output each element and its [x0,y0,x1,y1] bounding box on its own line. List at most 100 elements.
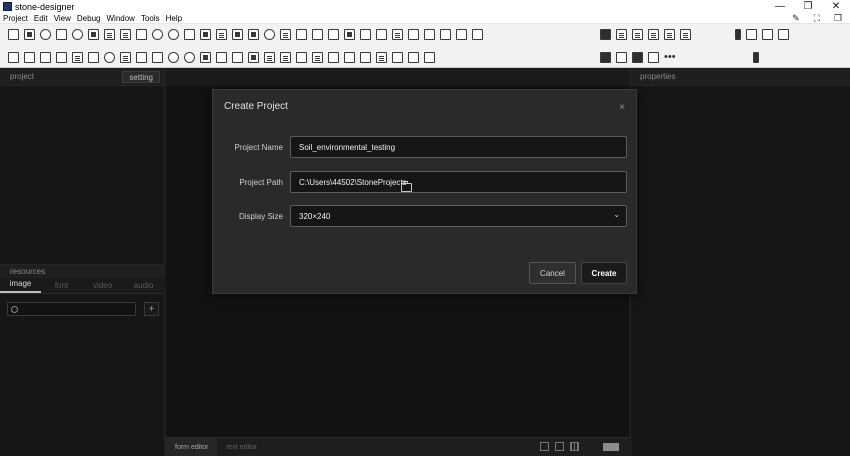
sort-icon[interactable] [424,28,435,40]
gauge-widget-icon[interactable] [168,28,179,40]
radio-widget-icon[interactable] [40,28,51,40]
thermometer-widget-icon[interactable] [184,28,195,40]
backward-icon[interactable] [648,51,659,63]
spin-widget-icon[interactable] [104,51,115,63]
align-bottom-icon[interactable] [632,28,643,40]
snap-icon[interactable] [555,442,564,451]
tab-audio[interactable]: audio [123,281,164,293]
align-center-icon[interactable] [664,28,675,40]
menu-tools[interactable]: Tools [141,14,160,23]
table-widget-icon[interactable] [280,28,291,40]
gif-widget-icon[interactable] [248,28,259,40]
more-icon[interactable]: ••• [664,51,676,63]
align-left-icon[interactable] [648,28,659,40]
minimize-button[interactable]: — [766,0,794,13]
zoom-badge[interactable] [603,442,619,451]
grid-view-widget-icon[interactable] [152,51,163,63]
menu-help[interactable]: Help [166,14,182,23]
pencil-widget-icon[interactable] [24,51,35,63]
line-chart-widget-icon[interactable] [296,28,307,40]
layout-fit-icon[interactable] [408,51,419,63]
project-path-field[interactable]: C:\Users\44502\StoneProjects [290,171,627,193]
container-widget-icon[interactable] [248,51,259,63]
camera-widget-icon[interactable] [376,28,387,40]
column-widget-icon[interactable] [280,51,291,63]
align-vertical-icon[interactable] [408,28,419,40]
monitor-icon[interactable] [778,28,789,40]
window-widget-icon[interactable] [8,28,19,40]
menu-debug[interactable]: Debug [77,14,101,23]
chart-pie-widget-icon[interactable] [264,28,275,40]
check-list-widget-icon[interactable] [136,51,147,63]
forward-icon[interactable] [632,51,643,63]
restore-icon[interactable]: ❐ [834,13,842,24]
cancel-button[interactable]: Cancel [529,262,576,284]
tab-text-editor[interactable]: text editor [217,438,266,456]
grid-icon[interactable] [570,442,579,451]
meter-widget-icon[interactable] [184,51,195,63]
split-widget-icon[interactable] [296,51,307,63]
project-name-field[interactable]: Soil_environmental_testing [290,136,627,158]
add-resource-button[interactable]: + [144,302,159,316]
tab-image[interactable]: image [0,279,41,293]
combo-widget-icon[interactable] [88,51,99,63]
menu-project[interactable]: Project [3,14,28,23]
screen-icon[interactable] [762,28,773,40]
calendar-widget-icon[interactable] [136,28,147,40]
tab-form-editor[interactable]: form editor [166,437,218,456]
edit-widget-icon[interactable] [8,51,19,63]
align-middle-icon[interactable] [616,28,627,40]
maximize-button[interactable]: ❐ [794,0,822,13]
tab-video[interactable]: video [82,281,123,293]
button-widget-icon[interactable] [56,28,67,40]
gallery-icon[interactable] [746,28,757,40]
textarea-widget-icon[interactable] [72,51,83,63]
image-button-widget-icon[interactable] [88,28,99,40]
resource-search-input[interactable] [7,302,136,316]
setting-tab[interactable]: setting [122,71,160,83]
switch-widget-icon[interactable] [72,28,83,40]
tab-font[interactable]: font [41,281,82,293]
checkbox-widget-icon[interactable] [24,28,35,40]
menu-edit[interactable]: Edit [34,14,48,23]
qr-widget-icon[interactable] [200,28,211,40]
label-widget-icon[interactable] [56,51,67,63]
menu-window[interactable]: Window [106,14,134,23]
group-widget-icon[interactable] [232,51,243,63]
display-size-select[interactable]: 320×240 ⌄ [290,205,627,227]
row-widget-icon[interactable] [264,51,275,63]
align-top-icon[interactable] [600,28,611,40]
keyboard-widget-icon[interactable] [360,28,371,40]
dial-widget-icon[interactable] [168,51,179,63]
create-button[interactable]: Create [581,262,627,284]
dialog-close-button[interactable]: × [619,102,625,113]
barcode-widget-icon[interactable] [216,28,227,40]
send-back-icon[interactable] [616,51,627,63]
bring-front-icon[interactable] [600,51,611,63]
slider-widget-icon[interactable] [104,28,115,40]
lock-icon[interactable] [456,28,467,40]
panel-widget-icon[interactable] [216,51,227,63]
progress-widget-icon[interactable] [120,28,131,40]
battery-widget-icon[interactable] [200,51,211,63]
grid-widget-icon[interactable] [312,51,323,63]
layout-center-icon[interactable] [392,51,403,63]
image-widget-icon[interactable] [232,28,243,40]
fullscreen-icon[interactable]: ⛶ [814,13,820,24]
list-view-widget-icon[interactable] [120,51,131,63]
device-icon[interactable] [753,51,759,63]
frame-icon[interactable] [540,442,549,451]
canvas-widget-icon[interactable] [312,28,323,40]
dialog-widget-icon[interactable] [344,51,355,63]
text-widget-icon[interactable] [40,51,51,63]
download-icon[interactable] [440,28,451,40]
layout-rows-icon[interactable] [376,51,387,63]
menu-view[interactable]: View [54,14,71,23]
graph-widget-icon[interactable] [328,28,339,40]
preview-icon[interactable] [735,28,741,40]
folder-icon[interactable] [400,180,412,192]
video-widget-icon[interactable] [344,28,355,40]
close-window-button[interactable]: ✕ [822,0,850,13]
align-right-icon[interactable] [680,28,691,40]
layout-grid-icon[interactable] [360,51,371,63]
